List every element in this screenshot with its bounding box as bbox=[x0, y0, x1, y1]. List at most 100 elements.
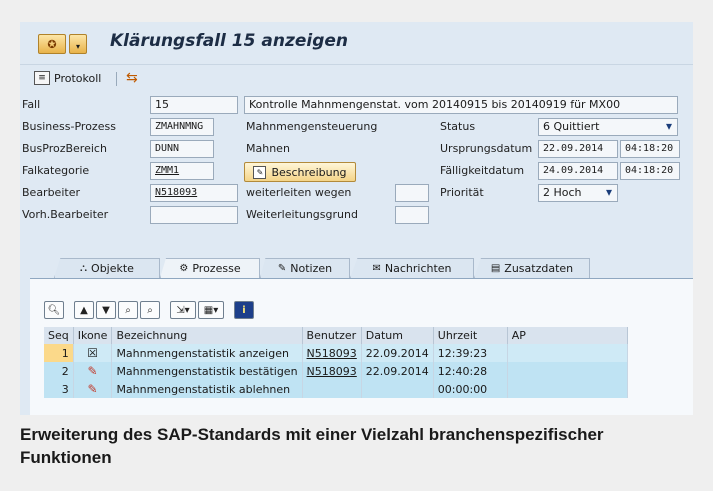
cell-bezeichnung: Mahnmengenstatistik ablehnen bbox=[111, 380, 303, 398]
table-row[interactable]: 1 ☒ Mahnmengenstatistik anzeigen N518093… bbox=[44, 344, 628, 362]
edit-done-icon[interactable]: ✎ bbox=[73, 362, 113, 380]
filter-icon[interactable]: ▼ bbox=[96, 301, 116, 319]
vorh-bearbeiter-label: Vorh.Bearbeiter bbox=[22, 208, 109, 221]
vorh-bearbeiter-field[interactable] bbox=[150, 206, 238, 224]
business-prozess-field[interactable]: ZMAHNMNG bbox=[150, 118, 214, 136]
table-row[interactable]: 3 ✎ Mahnmengenstatistik ablehnen 00:00:0… bbox=[44, 380, 628, 398]
tab-strip: ⛬ Objekte ⚙ Prozesse ✎ Notizen ✉ Nachric… bbox=[20, 258, 693, 278]
bearbeiter-label: Bearbeiter bbox=[22, 186, 80, 199]
case-header-form: Fall 15 Kontrolle Mahnmengenstat. vom 20… bbox=[20, 94, 693, 254]
cell-seq: 2 bbox=[44, 362, 74, 380]
find-icon[interactable]: ⌕ bbox=[118, 301, 138, 319]
business-prozess-text: Mahnmengensteuerung bbox=[246, 120, 378, 133]
export-icon[interactable]: ⇆ bbox=[126, 70, 138, 86]
beschreibung-label: Beschreibung bbox=[271, 165, 347, 179]
cell-ap bbox=[507, 380, 628, 398]
tab-label: Zusatzdaten bbox=[504, 262, 574, 275]
column-header-uhrzeit[interactable]: Uhrzeit bbox=[433, 327, 508, 344]
toolbar-divider bbox=[116, 72, 117, 86]
tab-label: Prozesse bbox=[192, 262, 241, 275]
faelligkeitdatum-label: Fälligkeitdatum bbox=[440, 164, 525, 177]
processes-icon: ⚙ bbox=[179, 263, 189, 274]
additional-data-icon: ▤ bbox=[490, 263, 501, 274]
falkategorie-label: Falkategorie bbox=[22, 164, 90, 177]
title-bar: ✪ ▾ Klärungsfall 15 anzeigen bbox=[20, 22, 693, 64]
tab-notizen[interactable]: ✎ Notizen bbox=[260, 258, 350, 278]
fall-description-field[interactable]: Kontrolle Mahnmengenstat. vom 20140915 b… bbox=[244, 96, 678, 114]
edit-reject-icon[interactable]: ✎ bbox=[73, 380, 113, 398]
column-header-datum[interactable]: Datum bbox=[361, 327, 434, 344]
tab-objekte[interactable]: ⛬ Objekte bbox=[54, 258, 160, 278]
bearbeiter-field[interactable]: N518093 bbox=[150, 184, 238, 202]
status-select[interactable]: 6 Quittiert bbox=[538, 118, 678, 136]
cell-ap bbox=[507, 344, 628, 362]
table-header-row: Seq Ikone Bezeichnung Benutzer Datum Uhr… bbox=[44, 327, 628, 344]
cell-bezeichnung: Mahnmengenstatistik bestätigen bbox=[111, 362, 303, 380]
tab-label: Nachrichten bbox=[384, 262, 452, 275]
tab-zusatzdaten[interactable]: ▤ Zusatzdaten bbox=[474, 258, 590, 278]
processes-panel: 🔍︎ ▲ ▼ ⌕ ⌕ ⇲▾ ▦▾ i Seq Ikone Bezeichnung… bbox=[30, 278, 693, 415]
column-header-ap[interactable]: AP bbox=[507, 327, 628, 344]
fall-field[interactable]: 15 bbox=[150, 96, 238, 114]
ursprungsdatum-time-field[interactable]: 04:18:20 bbox=[620, 140, 680, 158]
tab-label: Notizen bbox=[290, 262, 333, 275]
tab-prozesse[interactable]: ⚙ Prozesse bbox=[160, 258, 260, 278]
falkategorie-field[interactable]: ZMM1 bbox=[150, 162, 214, 180]
cell-seq: 1 bbox=[44, 344, 74, 362]
prioritaet-select[interactable]: 2 Hoch bbox=[538, 184, 618, 202]
weiterleiten-field[interactable] bbox=[395, 184, 429, 202]
busprozbereich-label: BusProzBereich bbox=[22, 142, 107, 155]
info-icon[interactable]: i bbox=[234, 301, 254, 319]
cell-benutzer[interactable]: N518093 bbox=[302, 344, 362, 362]
cell-benutzer[interactable]: N518093 bbox=[302, 362, 362, 380]
weiterleitungsgrund-label: Weiterleitungsgrund bbox=[246, 208, 358, 221]
cell-benutzer[interactable] bbox=[302, 380, 362, 398]
cell-seq: 3 bbox=[44, 380, 74, 398]
busprozbereich-text: Mahnen bbox=[246, 142, 290, 155]
column-header-benutzer[interactable]: Benutzer bbox=[302, 327, 362, 344]
cell-datum: 22.09.2014 bbox=[361, 362, 434, 380]
sort-ascending-icon[interactable]: ▲ bbox=[74, 301, 94, 319]
beschreibung-button[interactable]: ✎ Beschreibung bbox=[244, 162, 356, 182]
find-next-icon[interactable]: ⌕ bbox=[140, 301, 160, 319]
table-row[interactable]: 2 ✎ Mahnmengenstatistik bestätigen N5180… bbox=[44, 362, 628, 380]
prioritaet-label: Priorität bbox=[440, 186, 484, 199]
busprozbereich-field[interactable]: DUNN bbox=[150, 140, 214, 158]
business-prozess-label: Business-Prozess bbox=[22, 120, 116, 133]
cell-datum: 22.09.2014 bbox=[361, 344, 434, 362]
status-label: Status bbox=[440, 120, 476, 133]
process-table: Seq Ikone Bezeichnung Benutzer Datum Uhr… bbox=[44, 327, 628, 398]
objects-icon: ⛬ bbox=[80, 263, 88, 274]
column-header-ikone[interactable]: Ikone bbox=[73, 327, 113, 344]
tab-label: Objekte bbox=[91, 262, 134, 275]
cell-uhrzeit: 12:39:23 bbox=[433, 344, 508, 362]
faelligkeitdatum-time-field[interactable]: 04:18:20 bbox=[620, 162, 680, 180]
cell-uhrzeit: 12:40:28 bbox=[433, 362, 508, 380]
column-header-seq[interactable]: Seq bbox=[44, 327, 74, 344]
cell-datum bbox=[361, 380, 434, 398]
sap-menu-icon[interactable]: ✪ bbox=[38, 34, 66, 54]
layout-menu-icon[interactable]: ▦▾ bbox=[198, 301, 224, 319]
done-icon[interactable]: ☒ bbox=[73, 344, 113, 362]
weiterleitungsgrund-field[interactable] bbox=[395, 206, 429, 224]
system-menu[interactable]: ✪ ▾ bbox=[38, 34, 90, 54]
mail-icon: ✉ bbox=[372, 263, 381, 274]
protokoll-label: Protokoll bbox=[54, 71, 102, 85]
protokoll-button[interactable]: ≡ Protokoll bbox=[34, 71, 101, 85]
page-title: Klärungsfall 15 anzeigen bbox=[110, 31, 348, 51]
chevron-down-icon[interactable]: ▾ bbox=[69, 34, 87, 54]
figure-caption: Erweiterung des SAP-Standards mit einer … bbox=[20, 425, 604, 467]
column-header-bezeichnung[interactable]: Bezeichnung bbox=[111, 327, 303, 344]
fall-label: Fall bbox=[22, 98, 41, 111]
export-menu-icon[interactable]: ⇲▾ bbox=[170, 301, 196, 319]
ursprungsdatum-date-field[interactable]: 22.09.2014 bbox=[538, 140, 618, 158]
faelligkeitdatum-date-field[interactable]: 24.09.2014 bbox=[538, 162, 618, 180]
cell-uhrzeit: 00:00:00 bbox=[433, 380, 508, 398]
cell-bezeichnung: Mahnmengenstatistik anzeigen bbox=[111, 344, 303, 362]
tab-nachrichten[interactable]: ✉ Nachrichten bbox=[350, 258, 474, 278]
grid-toolbar: 🔍︎ ▲ ▼ ⌕ ⌕ ⇲▾ ▦▾ i bbox=[44, 301, 254, 319]
details-icon[interactable]: 🔍︎ bbox=[44, 301, 64, 319]
document-edit-icon: ✎ bbox=[253, 165, 267, 179]
sap-window: ✪ ▾ Klärungsfall 15 anzeigen ≡ Protokoll… bbox=[20, 22, 693, 415]
application-toolbar: ≡ Protokoll ⇆ bbox=[20, 64, 693, 92]
